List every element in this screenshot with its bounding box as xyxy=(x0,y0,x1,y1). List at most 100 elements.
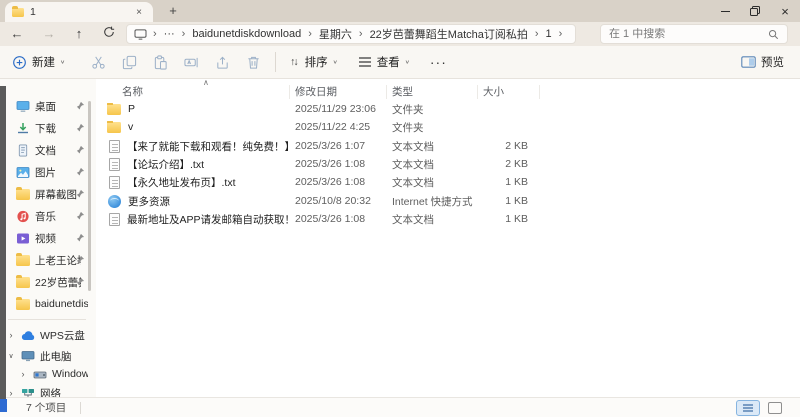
sidebar-item-windows-ssd[interactable]: › Windows-SSD xyxy=(4,364,89,384)
pin-icon xyxy=(76,123,85,132)
sidebar-item-label: 下载 xyxy=(35,122,56,135)
cut-button xyxy=(91,55,106,70)
sidebar-item-desktop[interactable]: 桌面 xyxy=(4,96,88,116)
file-type: 文本文档 xyxy=(392,213,434,226)
sidebar-item-label: 视频 xyxy=(35,232,56,245)
file-row[interactable]: P 2025/11/29 23:06 文件夹 xyxy=(104,100,796,118)
file-size: 1 KB xyxy=(505,195,528,207)
file-name: v xyxy=(128,121,134,133)
this-pc-icon xyxy=(134,28,147,40)
chevron-right-icon[interactable]: › xyxy=(6,330,16,340)
sidebar-item-this-pc[interactable]: ∨ 此电脑 xyxy=(4,346,88,366)
copy-button xyxy=(122,55,137,70)
sidebar-item-folder[interactable]: baidunetdiskdo xyxy=(4,294,88,314)
search-icon xyxy=(768,29,779,39)
thumbnail-view-button[interactable] xyxy=(768,402,782,414)
background-window-edge xyxy=(0,86,6,399)
command-toolbar: 新建 ∨ ↑↓ 排序 ∨ 查看 ∨ ··· 预览 xyxy=(0,46,800,79)
column-header-size[interactable]: 大小 xyxy=(478,84,540,99)
folder-icon xyxy=(16,275,30,288)
details-view-button[interactable] xyxy=(736,400,760,416)
column-header-name[interactable]: 名称 xyxy=(104,84,290,99)
sidebar-item-videos[interactable]: 视频 xyxy=(4,228,88,248)
refresh-button[interactable] xyxy=(98,24,120,44)
file-date: 2025/3/26 1:07 xyxy=(295,140,366,152)
column-header-date[interactable]: 修改日期 xyxy=(290,84,387,99)
sidebar-item-label: 上老王论坛当 xyxy=(35,254,81,267)
file-name: 更多资源 xyxy=(128,195,170,208)
sort-arrows-icon: ↑↓ xyxy=(290,56,298,68)
file-type: Internet 快捷方式 xyxy=(392,195,473,208)
close-button[interactable]: × xyxy=(770,0,800,22)
address-bar[interactable]: › ··· › baidunetdiskdownload › 星期六 › 22岁… xyxy=(126,24,576,44)
pin-icon xyxy=(76,211,85,220)
file-name: 【论坛介绍】.txt xyxy=(127,158,205,171)
file-date: 2025/3/26 1:08 xyxy=(295,158,366,170)
pin-icon xyxy=(76,189,85,198)
file-row[interactable]: 【来了就能下载和观看！纯免费！】.txt 2025/3/26 1:07 文本文档… xyxy=(104,137,796,155)
file-row[interactable]: 【论坛介绍】.txt 2025/3/26 1:08 文本文档 2 KB xyxy=(104,155,796,173)
sidebar-scrollbar[interactable] xyxy=(88,101,91,291)
chevron-right-icon[interactable]: › xyxy=(18,369,28,379)
sidebar-item-downloads[interactable]: 下载 xyxy=(4,118,88,138)
folder-icon xyxy=(16,253,30,266)
search-box[interactable] xyxy=(600,24,788,44)
file-row[interactable]: 【永久地址发布页】.txt 2025/3/26 1:08 文本文档 1 KB xyxy=(104,173,796,191)
background-window-icon xyxy=(0,399,7,412)
view-button[interactable]: 查看 ∨ xyxy=(358,54,410,70)
sidebar-item-pictures[interactable]: 图片 xyxy=(4,162,88,182)
preview-toggle[interactable]: 预览 xyxy=(741,54,784,70)
rename-icon xyxy=(184,57,198,67)
pin-icon xyxy=(76,255,85,264)
file-name: 【永久地址发布页】.txt xyxy=(127,176,236,189)
file-type: 文本文档 xyxy=(392,158,434,171)
sidebar-item-folder[interactable]: 22岁芭蕾舞蹈 xyxy=(4,272,88,292)
file-name: P xyxy=(128,103,136,115)
toolbar-divider xyxy=(275,52,277,72)
breadcrumb-item[interactable]: 22岁芭蕾舞蹈生Matcha订阅私拍 xyxy=(369,26,529,42)
sidebar-item-music[interactable]: 音乐 xyxy=(4,206,88,226)
breadcrumb-overflow-button[interactable]: ··· xyxy=(163,28,176,40)
breadcrumb-item[interactable]: 1 xyxy=(545,28,553,40)
sidebar-item-screenshots[interactable]: 屏幕截图 xyxy=(4,184,88,204)
breadcrumb-item[interactable]: 星期六 xyxy=(318,26,353,42)
restore-button[interactable] xyxy=(740,0,770,22)
sidebar-item-folder[interactable]: 上老王论坛当 xyxy=(4,250,88,270)
documents-icon xyxy=(18,144,28,156)
tab-folder-1[interactable]: 1 × xyxy=(5,2,153,22)
see-more-button[interactable]: ··· xyxy=(430,54,447,70)
trash-icon xyxy=(248,56,259,69)
view-label: 查看 xyxy=(376,57,400,69)
breadcrumb-item[interactable]: baidunetdiskdownload xyxy=(191,28,302,40)
file-row[interactable]: v 2025/11/22 4:25 文件夹 xyxy=(104,118,796,136)
up-button[interactable]: ↑ xyxy=(68,24,90,44)
new-button[interactable]: 新建 ∨ xyxy=(12,54,65,70)
minimize-button[interactable] xyxy=(710,0,740,22)
sidebar-item-documents[interactable]: 文档 xyxy=(4,140,88,160)
copy-icon xyxy=(123,55,137,69)
file-row[interactable]: 更多资源 2025/10/8 20:32 Internet 快捷方式 1 KB xyxy=(104,192,796,210)
breadcrumb-chevron-icon: › xyxy=(308,28,312,40)
column-header-type[interactable]: 类型 xyxy=(387,84,478,99)
file-type: 文件夹 xyxy=(392,121,424,134)
tab-close-icon[interactable]: × xyxy=(132,7,146,18)
file-row[interactable]: 最新地址及APP请发邮箱自动获取！！！.txt 2025/3/26 1:08 文… xyxy=(104,210,796,228)
sort-ascending-icon: ∧ xyxy=(203,78,209,87)
cloud-icon xyxy=(21,330,35,340)
chevron-down-icon[interactable]: ∨ xyxy=(6,352,16,360)
breadcrumb-chevron-icon: › xyxy=(534,28,539,40)
new-tab-button[interactable]: + xyxy=(164,3,182,19)
share-button xyxy=(215,55,230,70)
sidebar-item-wps-cloud[interactable]: › WPS云盘 xyxy=(4,325,88,345)
search-input[interactable] xyxy=(609,28,768,40)
paste-icon xyxy=(154,54,167,70)
cut-icon xyxy=(92,56,105,69)
sidebar-divider xyxy=(8,319,86,320)
sidebar-item-label: 桌面 xyxy=(35,100,56,113)
column-headers: ∧ 名称 修改日期 类型 大小 xyxy=(104,78,796,100)
pin-icon xyxy=(76,233,85,242)
text-file-icon xyxy=(109,157,120,171)
back-button[interactable]: ← xyxy=(6,24,28,44)
sort-button[interactable]: ↑↓ 排序 ∨ xyxy=(290,54,338,70)
drive-icon xyxy=(33,371,47,378)
